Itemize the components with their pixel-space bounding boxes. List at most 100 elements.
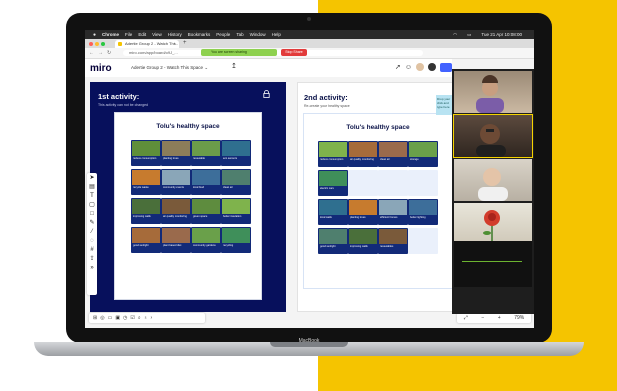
participant-video[interactable] <box>454 203 532 245</box>
pen-icon[interactable]: ✎ <box>89 220 94 227</box>
image-tile[interactable]: improving walls <box>131 198 161 224</box>
minimize-window-icon[interactable] <box>95 42 99 46</box>
wifi-icon[interactable]: ◠ <box>453 32 457 38</box>
image-tile[interactable]: local food <box>191 169 221 195</box>
menu-view[interactable]: View <box>152 32 162 37</box>
grid-icon[interactable]: ⊞ <box>93 315 97 321</box>
menu-edit[interactable]: Edit <box>138 32 146 37</box>
image-tile[interactable]: clean air <box>221 169 251 195</box>
close-window-icon[interactable] <box>89 42 93 46</box>
maximize-window-icon[interactable] <box>101 42 105 46</box>
stop-share-button[interactable]: Stop Share <box>281 49 307 56</box>
menu-chrome[interactable]: Chrome <box>102 32 119 37</box>
image-tile[interactable]: planting trees <box>348 199 378 225</box>
image-tile[interactable]: eco sensors <box>221 140 251 166</box>
menu-file[interactable]: File <box>125 32 132 37</box>
timer-icon[interactable]: ◷ <box>123 315 127 321</box>
more-icon[interactable]: » <box>90 265 93 272</box>
healthy-space-card-editable[interactable]: Tolu's healthy space reduce consumption a… <box>303 113 453 289</box>
battery-icon[interactable]: ▭ <box>467 32 471 38</box>
board-title[interactable]: Adertie Group 2 - Watch This Space ⌄ <box>131 65 208 71</box>
image-tile[interactable]: renewables <box>378 228 408 254</box>
forward-icon[interactable]: → <box>98 49 103 57</box>
image-tile[interactable]: community gardens <box>191 227 221 253</box>
chat-icon[interactable]: ▭ <box>108 315 113 321</box>
image-tile[interactable]: community events <box>161 169 191 195</box>
menu-people[interactable]: People <box>216 32 230 37</box>
menu-history[interactable]: History <box>168 32 182 37</box>
empty-tile-slot[interactable] <box>408 228 438 254</box>
image-tile[interactable]: good sunlight <box>131 227 161 253</box>
image-tile[interactable]: efficient homes <box>378 199 408 225</box>
upload-icon[interactable]: ⇪ <box>89 256 94 263</box>
menu-bookmarks[interactable]: Bookmarks <box>188 32 211 37</box>
share-button[interactable] <box>440 63 452 72</box>
shape-icon[interactable]: □ <box>90 211 94 218</box>
text-icon[interactable]: T <box>90 193 94 200</box>
template-icon[interactable]: ▤ <box>89 184 95 191</box>
image-tile[interactable]: better insulation <box>221 198 251 224</box>
avatar[interactable] <box>428 63 436 71</box>
avatar[interactable] <box>416 63 424 71</box>
image-tile[interactable]: reduce consumption <box>131 140 161 166</box>
image-tile[interactable]: recycle waste <box>131 169 161 195</box>
card-icon[interactable]: ▣ <box>115 315 120 321</box>
miro-board[interactable]: 1st activity: This activity can not be c… <box>85 77 531 328</box>
image-tile[interactable]: planting trees <box>161 140 191 166</box>
frame-icon[interactable]: # <box>90 247 93 254</box>
menu-help[interactable]: Help <box>272 32 281 37</box>
apple-icon[interactable]: ● <box>93 32 96 38</box>
image-tile[interactable]: plant based diet <box>161 227 191 253</box>
participant-video-off[interactable] <box>454 241 532 287</box>
reaction-icon[interactable]: ☺ <box>405 64 412 71</box>
zoom-out-button[interactable]: − <box>481 315 484 321</box>
participant-video[interactable] <box>454 159 532 201</box>
reload-icon[interactable]: ↻ <box>107 49 111 57</box>
empty-tile-slot[interactable] <box>408 170 438 196</box>
image-tile[interactable]: good sunlight <box>318 228 348 254</box>
line-icon[interactable]: ⁄ <box>91 229 92 236</box>
image-tile[interactable]: storage <box>408 141 438 167</box>
zoom-in-button[interactable]: + <box>498 315 501 321</box>
image-tile[interactable]: air quality monitoring <box>348 141 378 167</box>
participant-video[interactable] <box>453 114 533 158</box>
image-tile[interactable]: recycling <box>221 227 251 253</box>
empty-tile-slot[interactable] <box>348 170 378 196</box>
sticky-note-icon[interactable]: ▢ <box>89 202 95 209</box>
image-tile[interactable]: air quality monitoring <box>161 198 191 224</box>
image-tile[interactable]: electric cars <box>318 170 348 196</box>
participant-video[interactable] <box>454 71 532 113</box>
activity-1-frame[interactable]: 1st activity: This activity can not be c… <box>90 82 286 312</box>
image-tile[interactable]: improving walls <box>348 228 378 254</box>
map-icon[interactable]: ⤢ <box>464 315 468 321</box>
menu-window[interactable]: Window <box>250 32 266 37</box>
image-tile[interactable]: reduce consumption <box>318 141 348 167</box>
more-icon[interactable]: › <box>150 315 152 321</box>
sticky-note[interactable]: Drop your click and type here <box>436 95 452 115</box>
new-tab-button[interactable]: + <box>183 39 187 48</box>
mic-icon[interactable]: ♁ <box>144 315 148 321</box>
activity-2-frame[interactable]: 2nd activity: Re-create your healthy spa… <box>297 82 457 312</box>
image-tile[interactable]: clean air <box>378 141 408 167</box>
comment-icon[interactable]: ◎ <box>100 315 104 321</box>
menu-tab[interactable]: Tab <box>236 32 243 37</box>
miro-logo[interactable]: miro <box>90 63 112 74</box>
image-tile[interactable]: renewable <box>191 140 221 166</box>
image-tile[interactable]: green space <box>191 198 221 224</box>
clock[interactable]: Tue 21 Apr 10:08:00 <box>481 32 522 37</box>
search-icon[interactable]: ⌕ <box>138 315 141 321</box>
vote-icon[interactable]: ☑ <box>130 315 134 321</box>
cursor-icon[interactable]: ➤ <box>89 175 94 182</box>
lock-icon[interactable] <box>263 90 270 98</box>
healthy-space-card[interactable]: Tolu's healthy space reduce consumption p… <box>114 112 262 300</box>
image-tile[interactable]: local walls <box>318 199 348 225</box>
empty-tile-slot[interactable] <box>378 170 408 196</box>
comment-icon[interactable]: ◌ <box>90 238 94 245</box>
zoom-level[interactable]: 79% <box>514 315 524 321</box>
tab-close-icon[interactable]: × <box>174 40 176 48</box>
image-tile[interactable]: better lighting <box>408 199 438 225</box>
pointer-icon[interactable]: ➚ <box>395 63 401 71</box>
back-icon[interactable]: ← <box>89 49 94 57</box>
browser-tab[interactable]: Adertie Group 2 - Watch Thi... × <box>115 40 179 48</box>
export-icon[interactable]: ↥ <box>231 62 237 70</box>
